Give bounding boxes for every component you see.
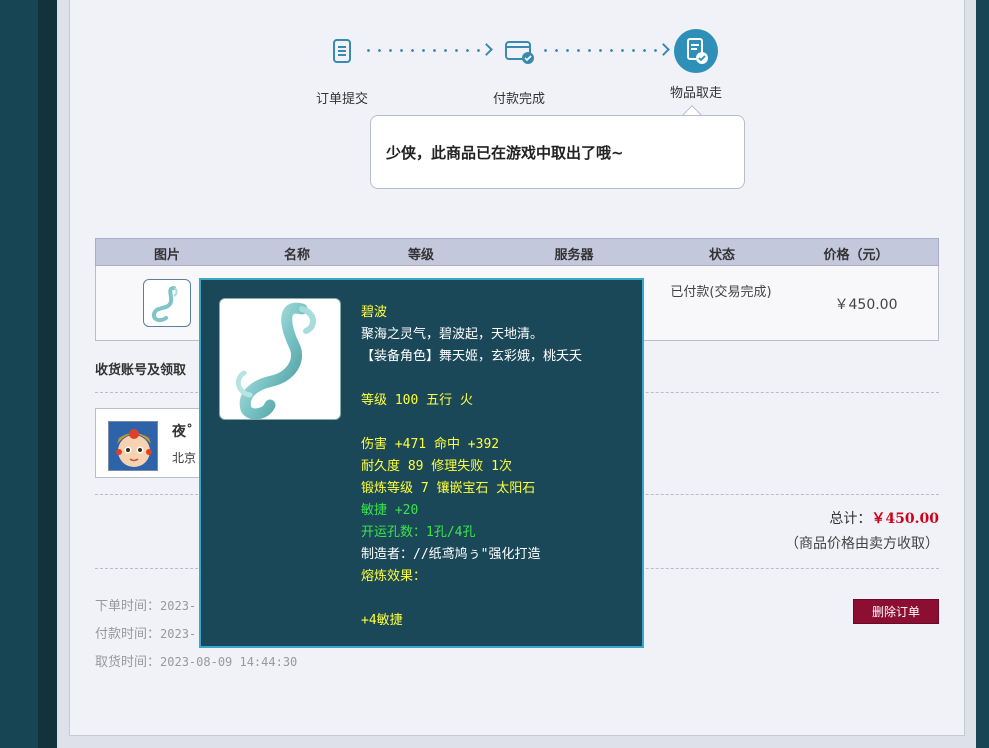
attribute-line: 开运孔数：1孔/4孔	[361, 525, 476, 540]
account-name: 夜˚	[172, 424, 193, 440]
attribute-line	[361, 588, 636, 610]
step-label: 订单提交	[315, 92, 368, 107]
attribute-line: 伤害 +471 命中 +392	[361, 437, 500, 452]
step-payment-complete: 付款完成	[459, 37, 579, 107]
col-server: 服务器	[554, 248, 594, 263]
time-value: 2023-	[160, 599, 197, 613]
attribute-line: 制造者：//纸鸢鸠ぅ"强化打造	[361, 547, 541, 562]
attribute-line: 熔炼效果：	[361, 569, 427, 584]
total-amount: ￥450.00	[871, 511, 939, 527]
attribute-line	[361, 368, 636, 390]
total-label: 总计：	[829, 511, 872, 527]
time-label: 取货时间：	[95, 655, 161, 670]
attribute-line: 聚海之灵气，碧波起，天地清。	[361, 327, 544, 342]
step-order-submitted: 订单提交	[282, 37, 402, 107]
order-time: 下单时间：2023-	[95, 595, 196, 614]
payment-time: 付款时间：2023-	[95, 623, 196, 642]
delete-order-button[interactable]: 删除订单	[853, 599, 939, 624]
attribute-line: 等级 100 五行 火	[361, 393, 473, 408]
col-status: 状态	[708, 248, 736, 263]
account-section-title: 收货账号及领取	[95, 363, 187, 378]
item-image	[219, 298, 341, 420]
order-price: ￥450.00	[834, 297, 898, 313]
left-rail	[0, 0, 57, 748]
document-icon	[333, 39, 351, 63]
time-value: 2023-08-09 14:44:30	[160, 655, 298, 669]
attribute-line: 敏捷 +20	[361, 503, 419, 518]
step-label: 付款完成	[492, 92, 545, 107]
attribute-line: 锻炼等级 7 镶嵌宝石 太阳石	[361, 481, 536, 496]
document-check-icon	[674, 29, 718, 73]
attribute-line: 耐久度 89 修理失败 1次	[361, 459, 512, 474]
item-thumbnail[interactable]	[143, 279, 191, 327]
table-header: 图片 名称 等级 服务器 状态 价格（元）	[95, 238, 939, 266]
time-label: 下单时间：	[95, 599, 161, 614]
pickup-time: 取货时间：2023-08-09 14:44:30	[95, 651, 297, 670]
attribute-line: 【装备角色】舞天姬，玄彩娥，桃夭夭	[361, 349, 583, 364]
col-level: 等级	[407, 248, 435, 263]
step-item-collected: 物品取走	[636, 28, 756, 101]
item-tooltip: 碧波聚海之灵气，碧波起，天地清。【装备角色】舞天姬，玄彩娥，桃夭夭 等级 100 …	[199, 278, 644, 648]
card-check-icon	[505, 41, 534, 64]
right-rail	[976, 0, 989, 748]
ribbon-icon	[235, 302, 316, 419]
order-status: 已付款(交易完成)	[670, 285, 772, 300]
col-price: 价格（元）	[823, 248, 889, 263]
total-note: （商品价格由卖方收取）	[785, 536, 939, 552]
order-total: 总计：￥450.00	[700, 508, 939, 528]
attribute-line: +4敏捷	[361, 613, 403, 628]
step-label: 物品取走	[669, 86, 722, 101]
ribbon-icon	[151, 286, 178, 323]
attribute-line: 碧波	[361, 305, 388, 320]
account-server: 北京	[172, 451, 197, 465]
avatar	[108, 421, 158, 471]
time-value: 2023-	[160, 627, 197, 641]
col-image: 图片	[153, 248, 181, 263]
col-name: 名称	[283, 248, 311, 263]
attribute-line	[361, 412, 636, 434]
status-notice: 少侠，此商品已在游戏中取出了哦~	[370, 115, 745, 189]
time-label: 付款时间：	[95, 627, 161, 642]
item-attributes: 碧波聚海之灵气，碧波起，天地清。【装备角色】舞天姬，玄彩娥，桃夭夭 等级 100 …	[361, 302, 636, 632]
